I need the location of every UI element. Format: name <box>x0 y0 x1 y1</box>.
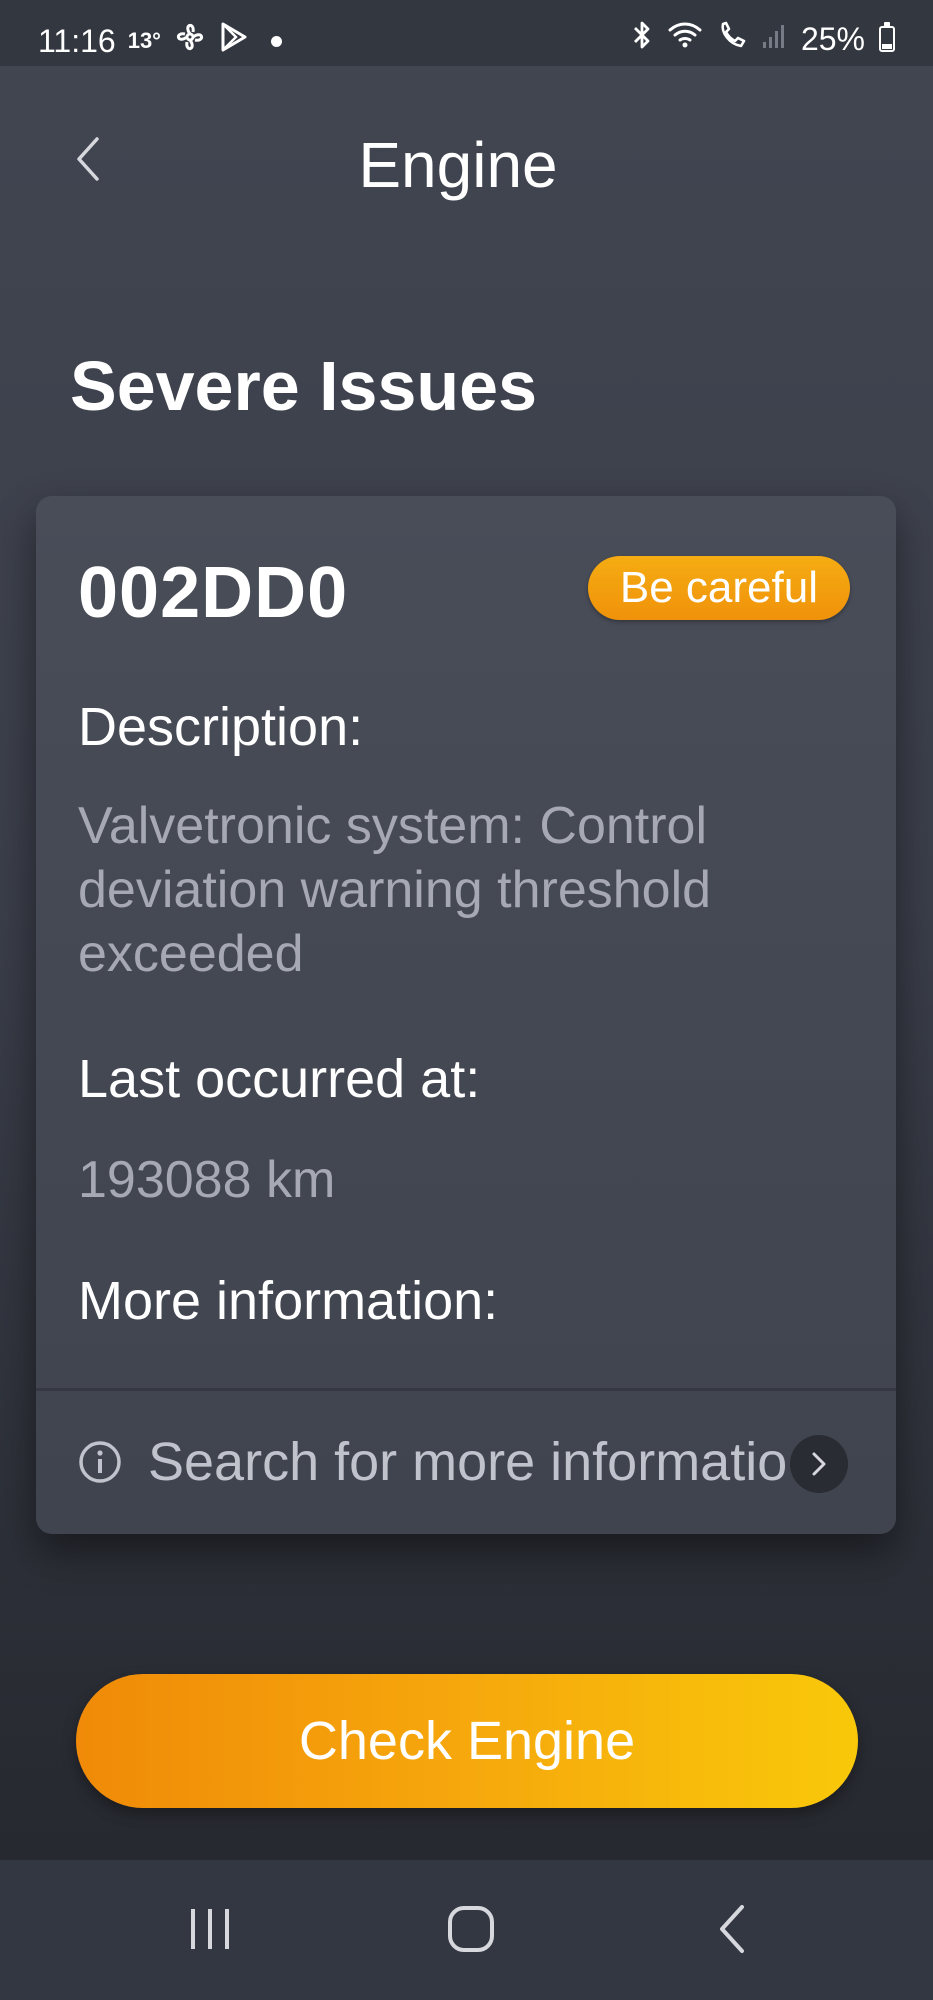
signal-icon <box>761 21 787 58</box>
battery-icon <box>879 22 895 52</box>
search-more-info-row[interactable]: Search for more information <box>36 1391 896 1534</box>
last-occurred-label: Last occurred at: <box>78 1049 481 1109</box>
severity-badge: Be careful <box>587 556 850 620</box>
battery-percent: 25% <box>800 20 865 57</box>
description-label: Description: <box>78 697 364 757</box>
recent-apps-button[interactable] <box>170 1896 250 1966</box>
page-title: Engine <box>358 129 558 201</box>
navigation-bar <box>0 1860 933 2000</box>
last-occurred-value: 193088 km <box>78 1151 336 1209</box>
home-icon <box>446 1904 496 1959</box>
chevron-right-button[interactable] <box>790 1435 848 1493</box>
status-right: 25% <box>631 20 895 58</box>
status-left: 11:16 13° <box>38 20 282 62</box>
system-back-button[interactable] <box>692 1896 772 1966</box>
issue-code: 002DD0 <box>78 553 349 633</box>
more-info-label: More information: <box>78 1271 499 1331</box>
notification-dot <box>270 35 282 47</box>
bluetooth-icon <box>631 20 653 58</box>
description-text: Valvetronic system: Control deviation wa… <box>78 797 712 983</box>
section-title: Severe Issues <box>70 347 538 425</box>
status-bar: 11:16 13° 25% <box>0 0 933 66</box>
search-more-info-text: Search for more information <box>148 1432 788 1492</box>
status-time: 11:16 <box>38 22 116 59</box>
info-icon <box>78 1440 122 1484</box>
fan-icon <box>173 20 207 62</box>
recent-apps-icon <box>185 1906 235 1957</box>
play-store-icon <box>219 21 249 61</box>
status-temperature: 13° <box>127 28 161 53</box>
check-engine-button[interactable]: Check Engine <box>76 1674 858 1808</box>
back-icon <box>716 1903 748 1960</box>
wifi-icon <box>667 20 703 58</box>
issue-card: 002DD0 Be careful Description: Valvetron… <box>36 496 896 1534</box>
home-button[interactable] <box>431 1896 511 1966</box>
wifi-calling-icon <box>717 20 747 58</box>
